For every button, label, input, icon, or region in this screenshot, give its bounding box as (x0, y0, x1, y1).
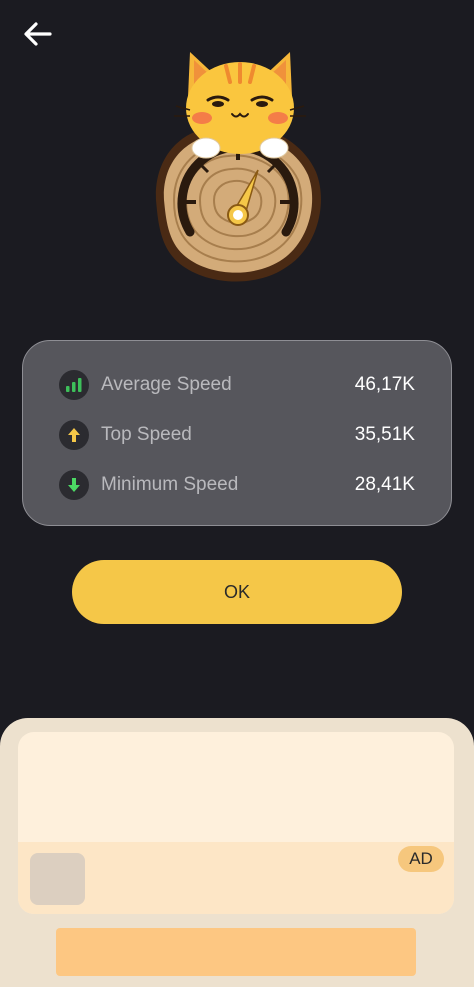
stat-row-minimum: Minimum Speed 28,41K (59, 468, 415, 502)
cat-speedometer-illustration (150, 42, 330, 292)
speed-stats-card: Average Speed 46,17K Top Speed 35,51K Mi… (22, 340, 452, 526)
arrow-left-icon (24, 22, 52, 46)
arrow-down-icon (59, 470, 89, 500)
stat-row-top: Top Speed 35,51K (59, 418, 415, 452)
stat-row-average: Average Speed 46,17K (59, 368, 415, 402)
ok-button[interactable]: OK (72, 560, 402, 624)
ad-badge: AD (398, 846, 444, 872)
stat-label: Top Speed (101, 424, 192, 445)
stat-value: 35,51K (354, 424, 415, 445)
ad-panel[interactable]: AD (0, 718, 474, 987)
stat-label: Average Speed (101, 374, 232, 395)
back-button[interactable] (18, 14, 58, 54)
ad-cta-button[interactable] (56, 928, 416, 976)
stat-label: Minimum Speed (101, 474, 239, 495)
arrow-up-icon (59, 420, 89, 450)
stat-value: 46,17K (354, 374, 415, 395)
ad-thumbnail[interactable] (30, 853, 85, 905)
signal-bars-icon (59, 370, 89, 400)
stat-value: 28,41K (354, 474, 415, 495)
ad-content[interactable]: AD (18, 732, 454, 914)
